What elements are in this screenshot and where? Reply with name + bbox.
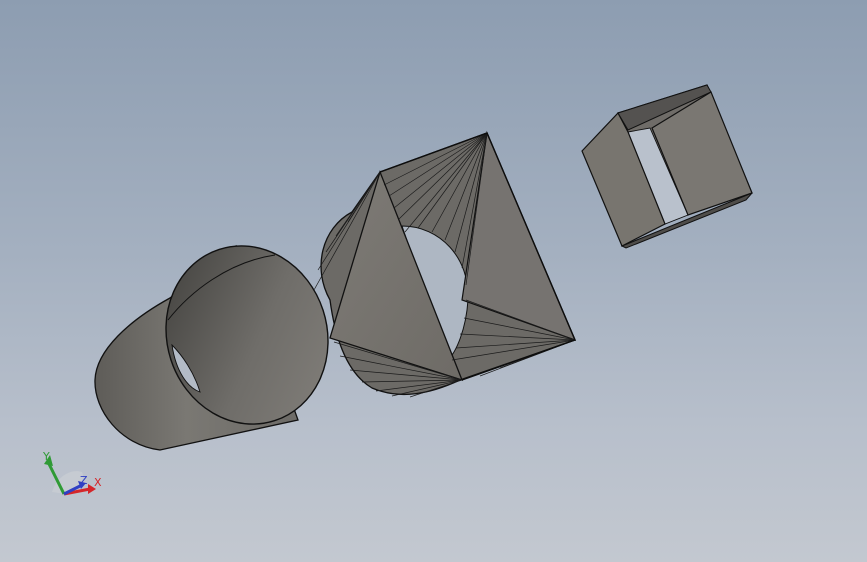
- 3d-viewport[interactable]: Y Z X: [0, 0, 867, 562]
- triad-z-label: Z: [80, 474, 88, 487]
- transition-model[interactable]: [313, 130, 577, 398]
- triad-x-label: X: [94, 476, 102, 489]
- coordinate-triad: Y Z X: [42, 450, 102, 496]
- triad-y-label: Y: [42, 450, 50, 463]
- square-tube-model[interactable]: [581, 84, 753, 249]
- cylinder-tube-model[interactable]: [94, 225, 351, 451]
